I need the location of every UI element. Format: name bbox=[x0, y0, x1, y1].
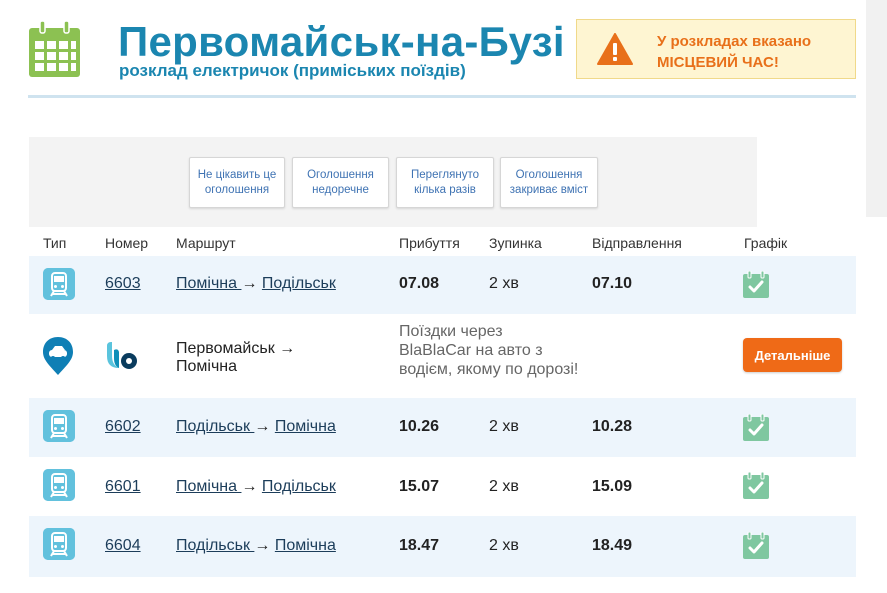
warning-icon bbox=[597, 33, 633, 65]
page-subtitle: розклад електричок (приміських поїздів) bbox=[119, 61, 466, 80]
notice-line-2: МІСЦЕВИЙ ЧАС! bbox=[657, 54, 779, 71]
arrival-time: 07.08 bbox=[399, 275, 440, 292]
ad-irrelevant-button[interactable]: Оголошення недоречне bbox=[292, 157, 389, 208]
car-pin-icon bbox=[43, 337, 73, 375]
col-type: Тип bbox=[43, 235, 67, 251]
departure-time: 15.09 bbox=[592, 478, 633, 495]
route-to-link[interactable]: Помічна bbox=[275, 537, 336, 554]
train-number-link[interactable]: 6604 bbox=[105, 537, 141, 555]
stop-duration: 2 хв bbox=[489, 275, 519, 292]
page-header: Первомайськ-на-Бузі розклад електричок (… bbox=[28, 14, 856, 98]
schedule-icon[interactable] bbox=[743, 532, 769, 559]
route-to-link[interactable]: Подільськ bbox=[262, 478, 336, 495]
departure-time: 18.49 bbox=[592, 537, 633, 554]
route: Помічна → Подільськ bbox=[176, 478, 336, 496]
route-arrow: → bbox=[254, 537, 275, 554]
stop-duration: 2 хв bbox=[489, 478, 519, 495]
route: Подільськ → Помічна bbox=[176, 537, 336, 555]
ad-covers-content-button[interactable]: Оголошення закриває вміст bbox=[500, 157, 598, 208]
route-from-link[interactable]: Помічна bbox=[176, 478, 241, 495]
col-departure: Відправлення bbox=[592, 235, 682, 251]
table-row: 6601 Помічна → Подільськ 15.07 2 хв 15.0… bbox=[29, 457, 856, 516]
arrival-time: 18.47 bbox=[399, 537, 440, 554]
table-header: Тип Номер Маршрут Прибуття Зупинка Відпр… bbox=[29, 232, 856, 254]
train-icon bbox=[43, 268, 75, 300]
calendar-icon bbox=[29, 20, 80, 77]
stop-duration: 2 хв bbox=[489, 537, 519, 554]
details-button[interactable]: Детальніше bbox=[743, 338, 842, 372]
arrival-time: 15.07 bbox=[399, 478, 440, 495]
schedule-icon[interactable] bbox=[743, 472, 769, 499]
route-from-link[interactable]: Подільськ bbox=[176, 418, 254, 435]
col-stop: Зупинка bbox=[489, 235, 542, 251]
ad-feedback-panel: Не цікавить це оголошення Оголошення нед… bbox=[29, 137, 757, 227]
stop-duration: 2 хв bbox=[489, 418, 519, 435]
schedule-icon[interactable] bbox=[743, 271, 769, 298]
col-arrival: Прибуття bbox=[399, 235, 460, 251]
route-to-link[interactable]: Подільськ bbox=[262, 275, 336, 292]
blablacar-row: Первомайськ → Помічна Поїздки через BlaB… bbox=[29, 314, 856, 398]
departure-time: 07.10 bbox=[592, 275, 633, 292]
train-icon bbox=[43, 410, 75, 442]
route-arrow: → bbox=[254, 418, 275, 435]
route-to-link[interactable]: Помічна bbox=[275, 418, 336, 435]
blablacar-route: Первомайськ → Помічна bbox=[176, 340, 296, 375]
train-number-link[interactable]: 6601 bbox=[105, 478, 141, 496]
route-from-link[interactable]: Подільськ bbox=[176, 537, 254, 554]
ad-seen-multiple-button[interactable]: Переглянуто кілька разів bbox=[396, 157, 494, 208]
page-title: Первомайськ-на-Бузі bbox=[118, 18, 565, 65]
blablacar-logo bbox=[107, 342, 137, 369]
arrival-time: 10.26 bbox=[399, 418, 440, 435]
train-number-link[interactable]: 6603 bbox=[105, 275, 141, 293]
schedule-icon[interactable] bbox=[743, 414, 769, 441]
notice-line-1: У розкладах вказано bbox=[657, 33, 812, 50]
route-from-link[interactable]: Помічна bbox=[176, 275, 241, 292]
train-icon bbox=[43, 528, 75, 560]
table-row: 6604 Подільськ → Помічна 18.47 2 хв 18.4… bbox=[29, 516, 856, 577]
route: Подільськ → Помічна bbox=[176, 418, 336, 436]
col-schedule: Графік bbox=[744, 235, 788, 251]
local-time-notice: У розкладах вказано МІСЦЕВИЙ ЧАС! bbox=[576, 19, 856, 79]
train-icon bbox=[43, 469, 75, 501]
blablacar-description: Поїздки через BlaBlaCar на авто з водієм… bbox=[399, 323, 579, 378]
table-row: 6603 Помічна → Подільськ 07.08 2 хв 07.1… bbox=[29, 256, 856, 314]
route-arrow: → bbox=[241, 478, 262, 495]
table-row: 6602 Подільськ → Помічна 10.26 2 хв 10.2… bbox=[29, 398, 856, 457]
ad-not-interested-button[interactable]: Не цікавить це оголошення bbox=[189, 157, 285, 208]
train-number-link[interactable]: 6602 bbox=[105, 418, 141, 436]
route-arrow: → bbox=[241, 275, 262, 292]
route: Помічна → Подільськ bbox=[176, 275, 336, 293]
col-number: Номер bbox=[105, 235, 149, 251]
departure-time: 10.28 bbox=[592, 418, 633, 435]
col-route: Маршрут bbox=[176, 235, 236, 251]
scroll-track bbox=[866, 0, 887, 217]
